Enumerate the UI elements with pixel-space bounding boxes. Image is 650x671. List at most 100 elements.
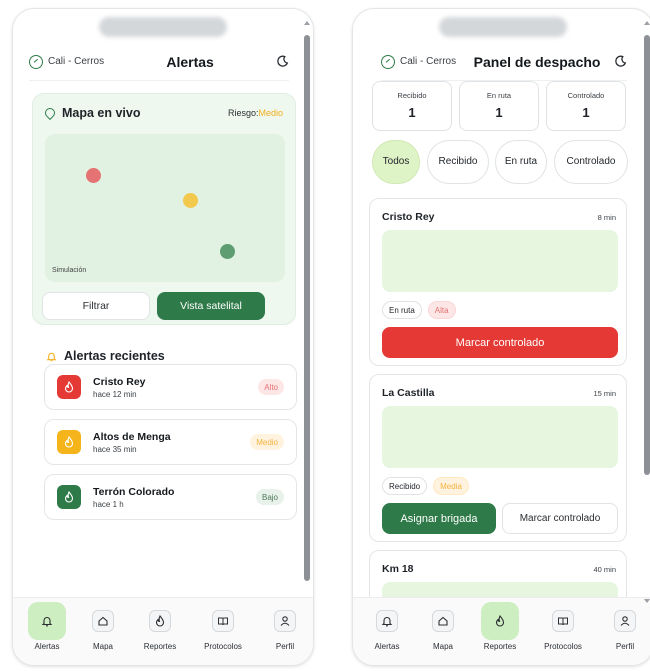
- nav-mapa[interactable]: Mapa: [421, 602, 465, 660]
- flame-icon: [57, 430, 81, 454]
- list-item[interactable]: Altos de Menga hace 35 min Medio: [44, 419, 297, 465]
- nav-label: Perfil: [615, 642, 635, 651]
- page-title: Alertas: [166, 53, 214, 70]
- satellite-view-button[interactable]: Vista satelital: [157, 292, 265, 320]
- dispatch-card[interactable]: La Castilla 15 min Recibido Media Asigna…: [369, 374, 627, 542]
- nav-protocolos[interactable]: Protocolos: [201, 602, 245, 660]
- home-icon: [432, 610, 454, 632]
- home-icon: [92, 610, 114, 632]
- scrollbar-thumb[interactable]: [304, 35, 310, 581]
- nav-alertas[interactable]: Alertas: [25, 602, 69, 660]
- nav-label: Alertas: [374, 642, 400, 651]
- scrollbar[interactable]: [303, 21, 311, 603]
- stat-en-ruta: En ruta 1: [459, 81, 539, 131]
- book-icon: [212, 610, 234, 632]
- scrollbar-thumb[interactable]: [644, 35, 650, 475]
- nav-perfil[interactable]: Perfil: [263, 602, 307, 660]
- recent-alerts-heading: Alertas recientes: [46, 349, 165, 363]
- nav-alertas[interactable]: Alertas: [365, 602, 409, 660]
- map-title: Mapa en vivo: [62, 106, 141, 120]
- stat-label: En ruta: [486, 91, 512, 100]
- flame-icon: [149, 610, 171, 632]
- incident-name: Cristo Rey: [382, 211, 435, 223]
- risk-indicator: Riesgo:Medio: [228, 108, 283, 118]
- flame-icon: [57, 485, 81, 509]
- nav-label: Perfil: [275, 642, 295, 651]
- assign-brigade-button[interactable]: Asignar brigada: [382, 503, 496, 534]
- status-bar-blurred: [439, 17, 567, 37]
- nav-label: Alertas: [34, 642, 60, 651]
- location-selector[interactable]: Cali - Cerros: [381, 54, 456, 69]
- severity-badge: Medio: [250, 434, 284, 450]
- incident-name: La Castilla: [382, 387, 435, 399]
- filter-chip-todos[interactable]: Todos: [372, 140, 420, 184]
- scroll-up-arrow[interactable]: [644, 21, 650, 25]
- nav-perfil[interactable]: Perfil: [603, 602, 647, 660]
- nav-label: Mapa: [92, 642, 113, 651]
- user-icon: [614, 610, 636, 632]
- incident-name: Km 18: [382, 563, 414, 575]
- nav-label: Protocolos: [204, 642, 242, 651]
- flame-icon: [489, 610, 511, 632]
- nav-label: Protocolos: [544, 642, 582, 651]
- app-header: Cali - Cerros Panel de despacho: [381, 43, 627, 81]
- alert-name: Terrón Colorado: [93, 485, 175, 498]
- moon-icon[interactable]: [276, 55, 289, 68]
- nav-label: Reportes: [483, 642, 517, 651]
- nav-reportes[interactable]: Reportes: [138, 602, 182, 660]
- scroll-down-arrow[interactable]: [644, 599, 650, 603]
- bottom-nav: Alertas Mapa Reportes Protocolos Perfil: [13, 597, 313, 665]
- alert-name: Altos de Menga: [93, 430, 171, 443]
- scroll-up-arrow[interactable]: [304, 21, 310, 25]
- location-selector[interactable]: Cali - Cerros: [29, 54, 104, 69]
- nav-mapa[interactable]: Mapa: [81, 602, 125, 660]
- simulation-label: Simulación: [52, 267, 87, 274]
- live-map-card: Mapa en vivo Riesgo:Medio Simulación Fil…: [32, 93, 296, 325]
- severity-badge: Alta: [427, 301, 456, 319]
- alert-name: Cristo Rey: [93, 375, 146, 388]
- alerts-screen: Cali - Cerros Alertas Mapa en vivo Riesg…: [12, 8, 314, 666]
- status-badge: En ruta: [382, 301, 422, 319]
- location-check-icon: [381, 54, 395, 69]
- mark-controlled-button[interactable]: Marcar controlado: [382, 327, 618, 358]
- severity-badge: Bajo: [255, 489, 284, 505]
- moon-icon[interactable]: [614, 55, 627, 68]
- live-map[interactable]: Simulación: [45, 134, 285, 282]
- nav-label: Mapa: [432, 642, 453, 651]
- book-icon: [552, 610, 574, 632]
- nav-reportes[interactable]: Reportes: [478, 602, 522, 660]
- mark-controlled-button[interactable]: Marcar controlado: [502, 503, 618, 534]
- bell-icon: [376, 610, 398, 632]
- dispatch-card[interactable]: Cristo Rey 8 min En ruta Alta Marcar con…: [369, 198, 627, 366]
- stat-value: 1: [408, 105, 416, 120]
- alert-time: hace 12 min: [93, 389, 137, 399]
- location-check-icon: [29, 54, 43, 69]
- map-marker-high[interactable]: [86, 168, 101, 183]
- bell-icon: [36, 610, 58, 632]
- stat-label: Controlado: [567, 91, 605, 100]
- stat-recibido: Recibido 1: [372, 81, 452, 131]
- list-item[interactable]: Terrón Colorado hace 1 h Bajo: [44, 474, 297, 520]
- incident-map[interactable]: [382, 406, 618, 468]
- list-item[interactable]: Cristo Rey hace 12 min Alto: [44, 364, 297, 410]
- alert-time: hace 1 h: [93, 499, 124, 509]
- filter-chip-controlado[interactable]: Controlado: [554, 140, 628, 184]
- status-bar-blurred: [99, 17, 227, 37]
- dispatch-panel-screen: Cali - Cerros Panel de despacho Recibido…: [352, 8, 650, 666]
- risk-value: Medio: [258, 108, 283, 118]
- filter-chip-recibido[interactable]: Recibido: [427, 140, 489, 184]
- status-badge: Recibido: [382, 477, 428, 495]
- bottom-nav: Alertas Mapa Reportes Protocolos Perfil: [353, 597, 650, 665]
- map-marker-medium[interactable]: [183, 193, 198, 208]
- filter-chip-en-ruta[interactable]: En ruta: [495, 140, 547, 184]
- recent-alerts-title: Alertas recientes: [64, 349, 165, 363]
- nav-protocolos[interactable]: Protocolos: [541, 602, 585, 660]
- scrollbar[interactable]: [643, 21, 650, 603]
- map-marker-low[interactable]: [220, 244, 235, 259]
- filter-button[interactable]: Filtrar: [42, 292, 150, 320]
- incident-map[interactable]: [382, 230, 618, 292]
- flame-icon: [57, 375, 81, 399]
- incident-eta: 8 min: [597, 212, 616, 222]
- alert-time: hace 35 min: [93, 444, 137, 454]
- map-pin-icon: [42, 105, 58, 121]
